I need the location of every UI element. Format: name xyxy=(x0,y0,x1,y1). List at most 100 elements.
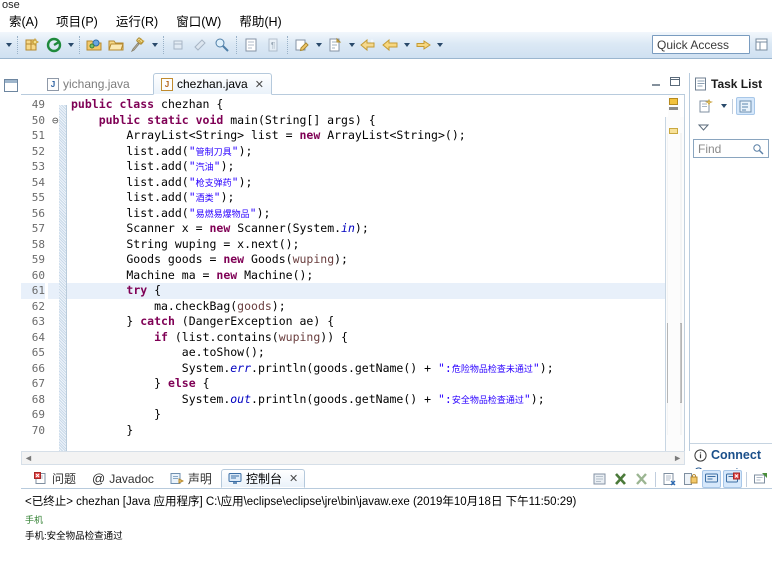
last-edit-location-icon[interactable] xyxy=(292,35,312,56)
code-line[interactable]: list.add("管制刀具"); xyxy=(67,144,684,160)
fold-gutter-cell xyxy=(48,237,59,253)
line-number: 62 xyxy=(31,299,45,313)
new-task-icon[interactable] xyxy=(696,97,715,115)
warning-marker[interactable] xyxy=(669,98,678,105)
code-line[interactable]: public static void main(String[] args) { xyxy=(67,113,684,129)
fold-gutter-cell xyxy=(48,175,59,191)
code-line[interactable]: System.err.println(goods.getName() + ":危… xyxy=(67,361,684,377)
code-line[interactable]: if (list.contains(wuping)) { xyxy=(67,330,684,346)
console-input-echo: 手机 xyxy=(25,515,44,525)
previous-annotation-icon[interactable]: ¶ xyxy=(263,35,283,56)
pin-console-icon[interactable] xyxy=(702,470,721,488)
remove-launch-icon[interactable] xyxy=(632,470,651,488)
code-line[interactable]: System.out.println(goods.getName() + ":安… xyxy=(67,392,684,408)
next-annotation-icon[interactable] xyxy=(241,35,261,56)
line-number: 56 xyxy=(31,206,45,220)
menu-window[interactable]: 窗口(W) xyxy=(167,9,230,32)
code-line[interactable]: list.add("枪支弹药"); xyxy=(67,175,684,191)
line-number: 60 xyxy=(31,268,45,282)
connect-title-row: Connect xyxy=(694,448,768,462)
problems-icon xyxy=(34,472,48,485)
terminate-icon[interactable] xyxy=(611,470,630,488)
back-history-icon[interactable] xyxy=(380,35,400,56)
close-icon[interactable]: ✕ xyxy=(255,78,264,91)
code-line[interactable]: Machine ma = new Machine(); xyxy=(67,268,684,284)
debug-dropdown-arrow[interactable] xyxy=(149,35,160,56)
code-line[interactable]: public class chezhan { xyxy=(67,97,684,113)
menu-run[interactable]: 运行(R) xyxy=(107,9,167,32)
warning-marker[interactable] xyxy=(669,128,678,134)
search-icon[interactable] xyxy=(752,143,764,155)
new-wizard-icon[interactable] xyxy=(22,35,42,56)
toolbar-overflow-arrow[interactable] xyxy=(3,35,14,56)
editor-tab-chezhan[interactable]: J chezhan.java ✕ xyxy=(153,73,272,95)
code-line[interactable]: try { xyxy=(67,283,684,299)
maximize-icon[interactable] xyxy=(669,76,681,87)
code-line[interactable]: list.add("汽油"); xyxy=(67,159,684,175)
code-line[interactable]: ae.toShow(); xyxy=(67,345,684,361)
marker-overview-ruler[interactable] xyxy=(668,95,680,451)
code-line[interactable]: } xyxy=(67,407,684,423)
console-tab-label: Javadoc xyxy=(109,471,154,486)
code-line[interactable]: String wuping = x.next(); xyxy=(67,237,684,253)
tab-declaration[interactable]: 声明 xyxy=(163,469,219,488)
quick-access-input[interactable]: Quick Access xyxy=(652,35,750,54)
code-line[interactable]: ma.checkBag(goods); xyxy=(67,299,684,315)
tab-problems[interactable]: 问题 xyxy=(27,469,83,488)
last-edit-dropdown-arrow[interactable] xyxy=(313,35,324,56)
debug-icon[interactable] xyxy=(128,35,148,56)
display-selected-console-icon[interactable] xyxy=(723,470,742,488)
scroll-right-icon[interactable]: ► xyxy=(673,453,682,463)
back-icon[interactable] xyxy=(358,35,378,56)
new-untitled-text-icon[interactable] xyxy=(325,35,345,56)
code-editor[interactable]: 49 50 51 52 53 54 55 56 57 58 59 60 61 62 63 64 65 66 67 68… xyxy=(21,95,685,451)
back-dropdown-arrow[interactable] xyxy=(401,35,412,56)
clear-console-icon[interactable] xyxy=(590,470,609,488)
fold-gutter-cell xyxy=(48,144,59,160)
editor-tab-yichang[interactable]: J yichang.java xyxy=(39,73,138,95)
new-java-project-icon[interactable] xyxy=(84,35,104,56)
minimize-icon[interactable] xyxy=(650,77,662,87)
code-line[interactable]: } xyxy=(67,423,684,439)
code-line[interactable]: Scanner x = new Scanner(System.in); xyxy=(67,221,684,237)
open-console-icon[interactable] xyxy=(751,470,770,488)
code-line[interactable]: list.add("酒类"); xyxy=(67,190,684,206)
code-line[interactable]: } else { xyxy=(67,376,684,392)
save-dropdown-arrow[interactable] xyxy=(65,35,76,56)
categorize-icon[interactable] xyxy=(736,97,755,115)
forward-dropdown-arrow[interactable] xyxy=(434,35,445,56)
forward-icon[interactable] xyxy=(413,35,433,56)
console-output-line: 手机:安全物品检查通过 xyxy=(25,531,123,542)
close-icon[interactable]: ✕ xyxy=(289,472,298,485)
remove-all-terminated-icon[interactable] xyxy=(660,470,679,488)
task-list-find-input[interactable]: Find xyxy=(693,139,769,158)
code-text[interactable]: public class chezhan { public static voi… xyxy=(67,95,684,451)
new-untitled-dropdown-arrow[interactable] xyxy=(346,35,357,56)
chevron-down-icon[interactable] xyxy=(718,96,729,117)
save-icon[interactable] xyxy=(44,35,64,56)
code-line[interactable]: list.add("易燃易爆物品"); xyxy=(67,206,684,222)
menu-help[interactable]: 帮助(H) xyxy=(230,9,290,32)
editor-horizontal-scrollbar[interactable]: ◄ ► xyxy=(21,451,685,465)
menu-project[interactable]: 项目(P) xyxy=(47,9,107,32)
tab-console[interactable]: 控制台 ✕ xyxy=(220,469,306,488)
new-class-icon[interactable] xyxy=(168,35,188,56)
code-line[interactable]: Goods goods = new Goods(wuping); xyxy=(67,252,684,268)
open-folder-icon[interactable] xyxy=(106,35,126,56)
restore-package-explorer-icon[interactable] xyxy=(3,79,18,92)
toolbar-separator xyxy=(163,36,164,54)
search-icon[interactable] xyxy=(212,35,232,56)
open-perspective-icon[interactable] xyxy=(753,36,770,53)
scroll-left-icon[interactable]: ◄ xyxy=(24,453,33,463)
tab-javadoc[interactable]: @ Javadoc xyxy=(85,469,161,488)
menu-search[interactable]: 索(A) xyxy=(0,9,47,32)
scroll-lock-icon[interactable] xyxy=(681,470,700,488)
run-icon[interactable] xyxy=(190,35,210,56)
fold-toggle-icon[interactable]: ⊖ xyxy=(48,113,59,129)
fold-gutter-cell xyxy=(48,190,59,206)
console-output[interactable]: <已终止> chezhan [Java 应用程序] C:\应用\eclipse\… xyxy=(21,489,772,569)
code-line[interactable]: ArrayList<String> list = new ArrayList<S… xyxy=(67,128,684,144)
code-line[interactable]: } catch (DangerException ae) { xyxy=(67,314,684,330)
view-menu-icon[interactable] xyxy=(696,121,712,133)
folding-gutter[interactable]: ⊖ xyxy=(48,95,59,451)
